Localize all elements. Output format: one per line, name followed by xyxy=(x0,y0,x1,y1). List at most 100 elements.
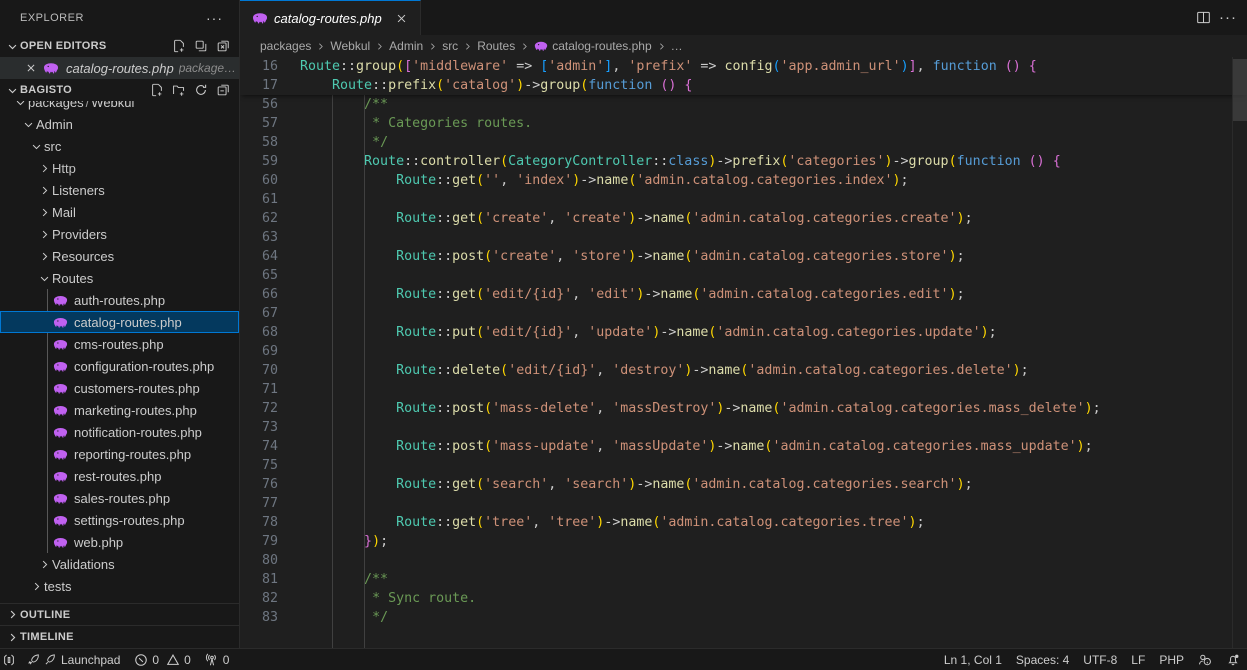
code-line[interactable]: 71 xyxy=(240,380,1247,399)
tree-folder-row[interactable]: Http xyxy=(0,157,239,179)
status-encoding[interactable]: UTF-8 xyxy=(1076,649,1124,670)
code-line[interactable]: 73 xyxy=(240,418,1247,437)
status-notifications[interactable] xyxy=(1219,649,1247,670)
tree-folder-row[interactable]: Resources xyxy=(0,245,239,267)
tab-close-icon[interactable] xyxy=(394,10,410,26)
tree-folder-row[interactable]: Validations xyxy=(0,553,239,575)
tree-folder-row[interactable]: Admin xyxy=(0,113,239,135)
scrollbar-thumb[interactable] xyxy=(1233,59,1247,121)
section-timeline[interactable]: TIMELINE xyxy=(0,626,239,648)
refresh-icon[interactable] xyxy=(191,80,211,100)
tree-folder-row[interactable]: Listeners xyxy=(0,179,239,201)
code-line[interactable]: 63 xyxy=(240,228,1247,247)
tree-file-row[interactable]: catalog-routes.php xyxy=(0,311,239,333)
editor-tab-catalog-routes[interactable]: catalog-routes.php xyxy=(240,0,421,35)
breadcrumb-item[interactable]: … xyxy=(671,39,683,53)
code-line[interactable]: 65 xyxy=(240,266,1247,285)
ports-count: 0 xyxy=(222,652,230,667)
split-editor-icon[interactable] xyxy=(1191,6,1215,30)
code-line[interactable]: 57 * Categories routes. xyxy=(240,114,1247,133)
code-lines[interactable]: 54 });5556 /**57 * Categories routes.58 … xyxy=(240,57,1247,648)
tree-file-row[interactable]: rest-routes.php xyxy=(0,465,239,487)
code-line[interactable]: 83 */ xyxy=(240,608,1247,627)
tree-file-row[interactable]: sales-routes.php xyxy=(0,487,239,509)
close-icon[interactable] xyxy=(24,61,38,75)
code-line[interactable]: 76 Route::get('search', 'search')->name(… xyxy=(240,475,1247,494)
status-cursor-position[interactable]: Ln 1, Col 1 xyxy=(937,649,1009,670)
code-line[interactable]: 80 xyxy=(240,551,1247,570)
status-indentation[interactable]: Spaces: 4 xyxy=(1009,649,1076,670)
code-line[interactable]: 74 Route::post('mass-update', 'massUpdat… xyxy=(240,437,1247,456)
tree-folder-row[interactable]: Routes xyxy=(0,267,239,289)
tree-folder-row[interactable]: Mail xyxy=(0,201,239,223)
tree-folder-row[interactable]: tests xyxy=(0,575,239,597)
code-token: :: xyxy=(372,78,389,93)
sticky-scroll-header[interactable]: 16 Route::group(['middleware' => ['admin'… xyxy=(240,57,1247,95)
status-launchpad[interactable]: Launchpad xyxy=(20,649,127,670)
tree-file-row[interactable]: configuration-routes.php xyxy=(0,355,239,377)
code-line[interactable]: 59 Route::controller(CategoryController:… xyxy=(240,152,1247,171)
tree-file-row[interactable]: cms-routes.php xyxy=(0,333,239,355)
tree-folder-row[interactable]: src xyxy=(0,135,239,157)
section-open-editors[interactable]: OPEN EDITORS xyxy=(0,35,239,57)
status-remote-window[interactable] xyxy=(0,649,20,670)
new-folder-icon[interactable] xyxy=(169,80,189,100)
code-line[interactable]: 60 Route::get('', 'index')->name('admin.… xyxy=(240,171,1247,190)
code-line[interactable]: 58 */ xyxy=(240,133,1247,152)
save-all-icon[interactable] xyxy=(191,36,211,56)
code-line[interactable]: 16 Route::group(['middleware' => ['admin'… xyxy=(240,57,1247,76)
code-line[interactable]: 72 Route::post('mass-delete', 'massDestr… xyxy=(240,399,1247,418)
open-editor-item[interactable]: catalog-routes.php package… xyxy=(0,57,239,79)
tree-file-row[interactable]: auth-routes.php xyxy=(0,289,239,311)
breadcrumb-item[interactable]: catalog-routes.php xyxy=(534,39,652,53)
breadcrumb-item[interactable]: Routes xyxy=(477,39,515,53)
breadcrumb-item[interactable]: packages xyxy=(260,39,311,53)
explorer-more-actions-icon[interactable]: ··· xyxy=(206,11,231,25)
breadcrumb-item[interactable]: src xyxy=(442,39,458,53)
tree-file-row[interactable]: reporting-routes.php xyxy=(0,443,239,465)
code-line[interactable]: 67 xyxy=(240,304,1247,323)
tree-file-row[interactable]: .gitignore xyxy=(0,597,239,604)
tree-file-row[interactable]: web.php xyxy=(0,531,239,553)
code-line[interactable]: 56 /** xyxy=(240,95,1247,114)
section-outline[interactable]: OUTLINE xyxy=(0,604,239,626)
file-tree[interactable]: packages / Webkul Admin src Http Listeners Mail… xyxy=(0,101,239,603)
tree-file-row[interactable]: settings-routes.php xyxy=(0,509,239,531)
close-all-editors-icon[interactable] xyxy=(213,36,233,56)
tree-file-row[interactable]: marketing-routes.php xyxy=(0,399,239,421)
code-line[interactable]: 70 Route::delete('edit/{id}', 'destroy')… xyxy=(240,361,1247,380)
code-line[interactable]: 78 Route::get('tree', 'tree')->name('adm… xyxy=(240,513,1247,532)
code-line[interactable]: 75 xyxy=(240,456,1247,475)
editor-more-actions-icon[interactable]: ··· xyxy=(1219,10,1237,25)
status-eol[interactable]: LF xyxy=(1124,649,1152,670)
section-workspace-bagisto[interactable]: BAGISTO xyxy=(0,79,239,101)
code-line[interactable]: 68 Route::put('edit/{id}', 'update')->na… xyxy=(240,323,1247,342)
status-problems[interactable]: 0 0 xyxy=(127,649,197,670)
tree-folder-row[interactable]: Providers xyxy=(0,223,239,245)
code-line[interactable]: 17 Route::prefix('catalog')->group(funct… xyxy=(240,76,1247,95)
new-file-icon[interactable] xyxy=(169,36,189,56)
editor-vertical-scrollbar[interactable] xyxy=(1233,57,1247,648)
breadcrumb-item[interactable]: Webkul xyxy=(330,39,370,53)
code-line[interactable]: 66 Route::get('edit/{id}', 'edit')->name… xyxy=(240,285,1247,304)
code-line[interactable]: 79 }); xyxy=(240,532,1247,551)
status-ports[interactable]: 0 xyxy=(198,649,237,670)
tree-file-row[interactable]: customers-routes.php xyxy=(0,377,239,399)
php-icon xyxy=(52,491,68,506)
code-line[interactable]: 69 xyxy=(240,342,1247,361)
status-accounts[interactable] xyxy=(1191,649,1219,670)
new-file-icon[interactable] xyxy=(147,80,167,100)
code-line[interactable]: 81 /** xyxy=(240,570,1247,589)
code-line[interactable]: 61 xyxy=(240,190,1247,209)
tree-folder-row[interactable]: packages / Webkul xyxy=(0,101,239,113)
code-editor[interactable]: 54 });5556 /**57 * Categories routes.58 … xyxy=(240,57,1247,648)
breadcrumb[interactable]: packages Webkul Admin src Routes catalog-rout… xyxy=(240,35,1247,57)
code-line[interactable]: 82 * Sync route. xyxy=(240,589,1247,608)
collapse-all-icon[interactable] xyxy=(213,80,233,100)
breadcrumb-item[interactable]: Admin xyxy=(389,39,423,53)
status-language-mode[interactable]: PHP xyxy=(1152,649,1191,670)
code-line[interactable]: 77 xyxy=(240,494,1247,513)
tree-file-row[interactable]: notification-routes.php xyxy=(0,421,239,443)
code-line[interactable]: 62 Route::get('create', 'create')->name(… xyxy=(240,209,1247,228)
code-line[interactable]: 64 Route::post('create', 'store')->name(… xyxy=(240,247,1247,266)
